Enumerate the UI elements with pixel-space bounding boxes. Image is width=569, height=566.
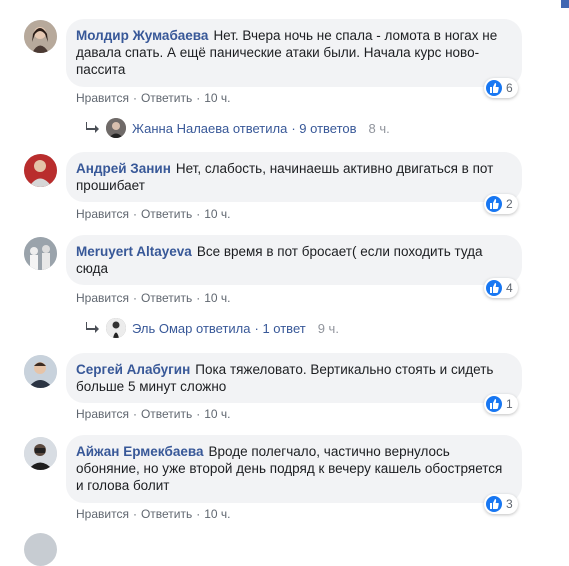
reply-author[interactable]: Жанна Налаева ответила — [132, 121, 287, 136]
reply-arrow-icon — [86, 322, 99, 333]
reply-count[interactable]: · 9 ответов — [291, 121, 356, 136]
avatar[interactable] — [24, 237, 57, 270]
avatar[interactable] — [24, 437, 57, 470]
reply-time: 9 ч. — [317, 320, 339, 336]
like-thumb-icon — [486, 280, 502, 296]
comment-actions: Нравится · Ответить · 10 ч. — [76, 507, 231, 521]
replies-summary[interactable]: Жанна Налаева ответила · 9 ответов 8 ч. — [86, 118, 390, 138]
reply-link[interactable]: Ответить — [141, 91, 192, 105]
reaction-number: 1 — [506, 397, 513, 411]
comment-time[interactable]: 10 ч. — [204, 291, 230, 305]
replies-summary[interactable]: Эль Омар ответила · 1 ответ 9 ч. — [86, 318, 339, 338]
avatar[interactable] — [24, 533, 57, 566]
reaction-number: 6 — [506, 81, 513, 95]
comment-bubble: Андрей Занин Нет, слабость, начинаешь акт… — [66, 152, 522, 202]
like-link[interactable]: Нравится — [76, 507, 129, 521]
comment-bubble: Молдир Жумабаева Нет. Вчера ночь не спала… — [66, 19, 522, 87]
comment-bubble: Сергей Алабугин Пока тяжеловато. Вертикал… — [66, 353, 522, 403]
avatar[interactable] — [24, 20, 57, 53]
like-link[interactable]: Нравится — [76, 207, 129, 221]
comment-time[interactable]: 10 ч. — [204, 407, 230, 421]
reaction-number: 2 — [506, 197, 513, 211]
reaction-number: 4 — [506, 281, 513, 295]
like-thumb-icon — [486, 80, 502, 96]
comment-time[interactable]: 10 ч. — [204, 507, 230, 521]
reply-link[interactable]: Ответить — [141, 291, 192, 305]
comment-actions: Нравится · Ответить · 10 ч. — [76, 291, 231, 305]
reply-arrow-icon — [86, 122, 99, 133]
avatar[interactable] — [24, 355, 57, 388]
avatar[interactable] — [24, 154, 57, 187]
reply-link[interactable]: Ответить — [141, 407, 192, 421]
reply-author[interactable]: Эль Омар ответила — [132, 321, 251, 336]
like-thumb-icon — [486, 496, 502, 512]
comment-bubble: Айжан Ермекбаева Вроде полегчало, частичн… — [66, 435, 522, 503]
like-link[interactable]: Нравится — [76, 291, 129, 305]
like-thumb-icon — [486, 396, 502, 412]
reaction-number: 3 — [506, 497, 513, 511]
comment-time[interactable]: 10 ч. — [204, 91, 230, 105]
comment-actions: Нравится · Ответить · 10 ч. — [76, 407, 231, 421]
reply-avatar — [106, 318, 126, 338]
like-link[interactable]: Нравится — [76, 407, 129, 421]
reaction-count[interactable]: 4 — [484, 278, 518, 298]
comment-author[interactable]: Андрей Занин — [76, 161, 171, 176]
comment-time[interactable]: 10 ч. — [204, 207, 230, 221]
comment-actions: Нравится · Ответить · 10 ч. — [76, 91, 231, 105]
comment-bubble: Meruyert Altayeva Все время в пот бросает… — [66, 235, 522, 285]
like-link[interactable]: Нравится — [76, 91, 129, 105]
reply-time: 8 ч. — [368, 120, 390, 136]
reaction-count[interactable]: 3 — [484, 494, 518, 514]
reply-count[interactable]: · 1 ответ — [255, 321, 306, 336]
reaction-count[interactable]: 6 — [484, 78, 518, 98]
comment-author[interactable]: Молдир Жумабаева — [76, 28, 208, 43]
reply-link[interactable]: Ответить — [141, 507, 192, 521]
reply-link[interactable]: Ответить — [141, 207, 192, 221]
scrollbar-corner — [561, 0, 569, 8]
reaction-count[interactable]: 1 — [484, 394, 518, 414]
comment-author[interactable]: Айжан Ермекбаева — [76, 444, 204, 459]
reaction-count[interactable]: 2 — [484, 194, 518, 214]
comment-actions: Нравится · Ответить · 10 ч. — [76, 207, 231, 221]
reply-avatar — [106, 118, 126, 138]
like-thumb-icon — [486, 196, 502, 212]
comment-author[interactable]: Сергей Алабугин — [76, 362, 190, 377]
comment-author[interactable]: Meruyert Altayeva — [76, 244, 192, 259]
